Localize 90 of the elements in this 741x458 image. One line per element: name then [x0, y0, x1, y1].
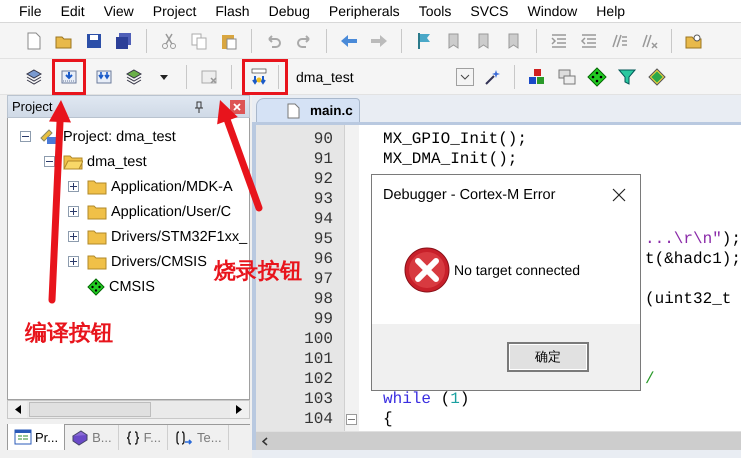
- line-number: 104: [304, 410, 333, 428]
- dialog-message: No target connected: [454, 262, 580, 278]
- menu-item[interactable]: Project: [144, 3, 206, 19]
- chevron-left-icon: [262, 436, 268, 446]
- folder-icon: [87, 228, 107, 244]
- horizontal-scrollbar[interactable]: [256, 431, 741, 450]
- menu-item[interactable]: Peripherals: [320, 3, 410, 19]
- line-number: 93: [314, 190, 333, 208]
- ok-button[interactable]: 确定: [507, 342, 589, 372]
- line-number: 90: [314, 130, 333, 148]
- braces-icon: [124, 430, 141, 446]
- folder-icon: [87, 178, 107, 194]
- expand-toggle[interactable]: [68, 206, 79, 217]
- folder-icon: [87, 204, 107, 220]
- menu-item[interactable]: Window: [518, 3, 588, 19]
- line-number: 98: [314, 290, 333, 308]
- scroll-right-button[interactable]: [230, 401, 249, 418]
- tree-item[interactable]: Application/User/C: [111, 204, 232, 220]
- pin-icon[interactable]: [194, 100, 204, 112]
- line-number: 101: [304, 350, 333, 368]
- tree-item[interactable]: Project: dma_test: [63, 128, 176, 144]
- code-line: {: [382, 410, 393, 428]
- minus-icon: [46, 158, 53, 165]
- menu-item[interactable]: Help: [587, 3, 636, 19]
- line-number: 99: [314, 310, 333, 328]
- line-number: 103: [304, 390, 333, 408]
- line-number: 94: [314, 210, 333, 228]
- code-line: t(&hadc1);: [644, 250, 741, 268]
- diamond-icon: [87, 278, 105, 296]
- menu-item[interactable]: SVCS: [461, 3, 518, 19]
- collapse-toggle[interactable]: [44, 156, 55, 167]
- menu-item[interactable]: Flash: [206, 3, 260, 19]
- menu-item[interactable]: Debug: [260, 3, 320, 19]
- line-number: 102: [304, 370, 333, 388]
- dropdown-button[interactable]: [456, 68, 474, 86]
- book-icon: [71, 428, 90, 446]
- tree-item[interactable]: Drivers/STM32F1xx_: [111, 228, 248, 244]
- panel-title: Project: [12, 99, 52, 114]
- tree-item[interactable]: dma_test: [87, 154, 147, 170]
- tree-item[interactable]: CMSIS: [109, 278, 155, 294]
- line-number: 92: [314, 170, 333, 188]
- expand-toggle[interactable]: [68, 256, 79, 267]
- target-select[interactable]: dma_test: [294, 64, 474, 88]
- project-icon: [39, 128, 59, 146]
- fold-toggle[interactable]: [346, 414, 357, 424]
- code-line: MX_GPIO_Init();: [382, 130, 528, 148]
- panel-tab[interactable]: Pr...: [7, 424, 66, 450]
- minus-icon: [22, 133, 29, 140]
- code-line: /: [644, 370, 655, 388]
- plus-icon: [70, 233, 77, 240]
- file-icon: [286, 102, 300, 118]
- line-number: 100: [304, 330, 333, 348]
- triangle-right-icon: [236, 405, 242, 414]
- project-window-icon: [14, 429, 32, 445]
- menu-item[interactable]: Edit: [52, 3, 95, 19]
- annotation-label: 烧录按钮: [214, 258, 302, 286]
- scroll-left-button[interactable]: [8, 401, 27, 418]
- line-number: 95: [314, 230, 333, 248]
- tree-item[interactable]: Drivers/CMSIS: [111, 254, 207, 270]
- line-number: 91: [314, 150, 333, 168]
- expand-toggle[interactable]: [68, 181, 79, 192]
- menu-item[interactable]: View: [94, 3, 144, 19]
- collapse-toggle[interactable]: [20, 131, 31, 142]
- menu-item[interactable]: Tools: [410, 3, 462, 19]
- minus-icon: [348, 418, 355, 420]
- error-icon: [403, 246, 451, 294]
- code-line: (uint32_t: [644, 290, 732, 308]
- code-line: while (1): [382, 390, 470, 408]
- code-line: MX_DMA_Init();: [382, 150, 518, 168]
- annotation-label: 编译按钮: [25, 320, 113, 348]
- chevron-down-icon: [460, 74, 470, 80]
- plus-icon: [70, 208, 77, 215]
- tree-item[interactable]: Application/MDK-A: [111, 178, 233, 194]
- expand-toggle[interactable]: [68, 231, 79, 242]
- template-icon: [174, 430, 194, 446]
- triangle-left-icon: [14, 405, 20, 414]
- folder-icon: [87, 254, 107, 270]
- menu-item[interactable]: File: [10, 3, 52, 19]
- close-icon: [233, 102, 242, 110]
- close-button[interactable]: [610, 186, 628, 204]
- plus-icon: [70, 258, 77, 265]
- code-line: ...\r\n");: [644, 230, 741, 248]
- open-folder-icon: [63, 154, 83, 170]
- dialog-title: Debugger - Cortex-M Error: [383, 187, 556, 203]
- line-number: 96: [314, 250, 333, 268]
- file-tab[interactable]: main.c: [256, 98, 360, 122]
- plus-icon: [70, 183, 77, 190]
- diamond-icon[interactable]: [585, 64, 609, 88]
- line-number: 97: [314, 270, 333, 288]
- horizontal-scrollbar[interactable]: [7, 400, 250, 419]
